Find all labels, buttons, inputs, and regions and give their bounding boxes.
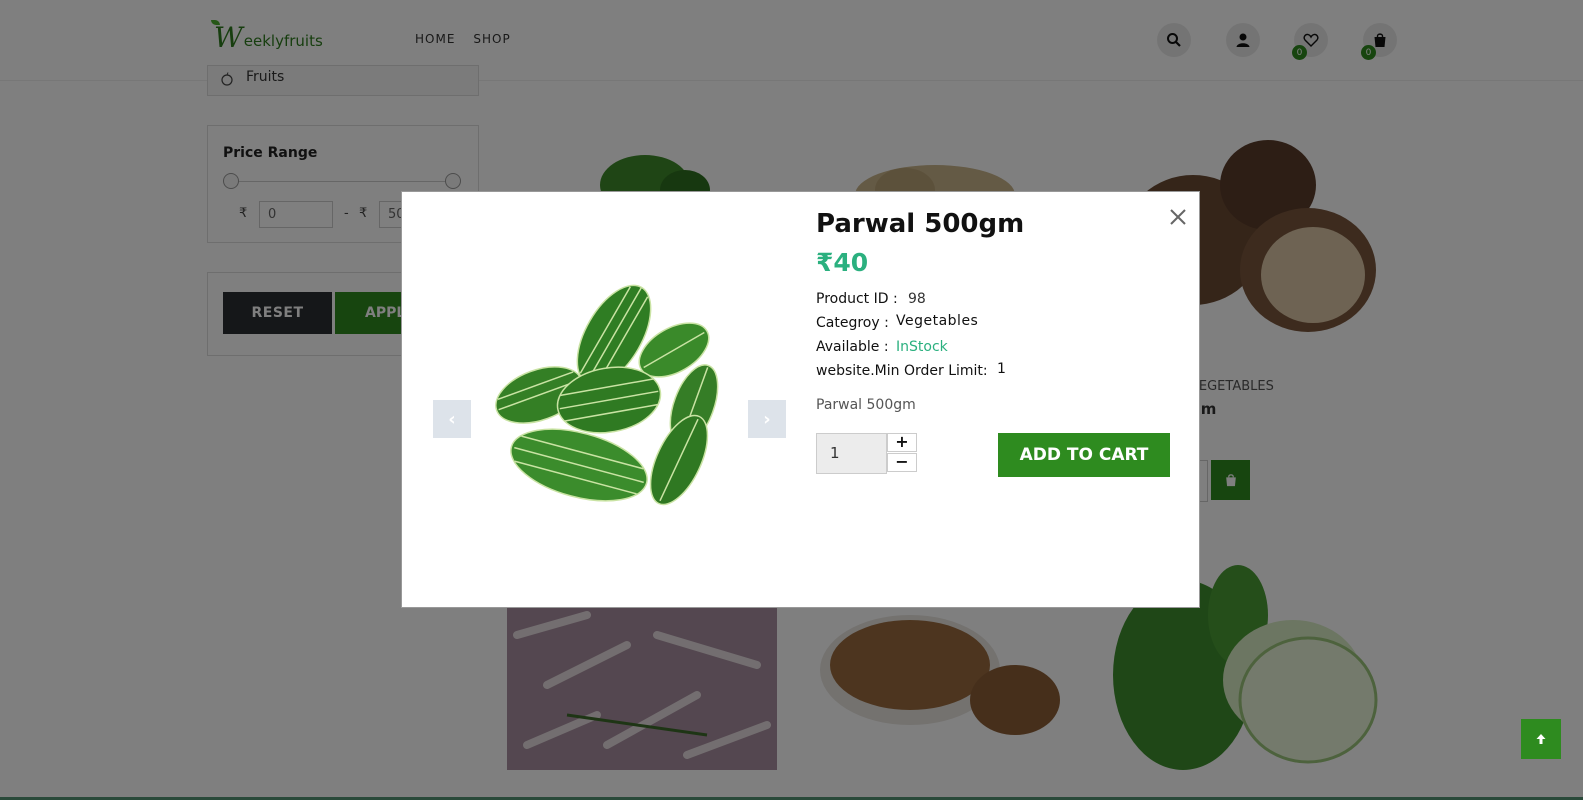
availability-label: Available :	[816, 339, 889, 355]
product-description: Parwal 500gm	[816, 397, 916, 413]
product-title: Parwal 500gm	[816, 209, 1025, 239]
product-image-carousel	[495, 284, 719, 506]
min-order-value: 1	[997, 361, 1006, 377]
chevron-right-icon: ›	[763, 408, 771, 430]
close-icon[interactable]	[1168, 207, 1188, 227]
quantity-input[interactable]: 1	[816, 433, 887, 474]
product-price: ₹40	[816, 248, 869, 277]
quantity-decrease-button[interactable]: −	[887, 453, 917, 472]
carousel-prev-button[interactable]: ‹	[433, 400, 471, 438]
scroll-to-top-button[interactable]	[1521, 719, 1561, 759]
arrow-up-icon	[1536, 734, 1546, 744]
carousel-next-button[interactable]: ›	[748, 400, 786, 438]
availability-row: Available : InStock	[816, 339, 948, 355]
category-value: Vegetables	[896, 313, 979, 329]
availability-value: InStock	[896, 339, 948, 355]
quantity-increase-button[interactable]: +	[887, 433, 917, 452]
product-id-row: Product ID : 98	[816, 291, 926, 307]
product-id-label: Product ID :	[816, 291, 898, 307]
min-order-row: website.Min Order Limit: 1	[816, 361, 1006, 379]
product-id-value: 98	[908, 291, 926, 307]
category-row: Categroy : Vegetables	[816, 313, 978, 331]
min-order-label: website.Min Order Limit:	[816, 363, 988, 379]
add-to-cart-button[interactable]: ADD TO CART	[998, 433, 1170, 477]
category-label: Categroy :	[816, 315, 889, 331]
chevron-left-icon: ‹	[448, 408, 456, 430]
quick-view-modal: ‹ › Parwal 500gm ₹40 Product ID : 98 Cat…	[401, 191, 1200, 608]
